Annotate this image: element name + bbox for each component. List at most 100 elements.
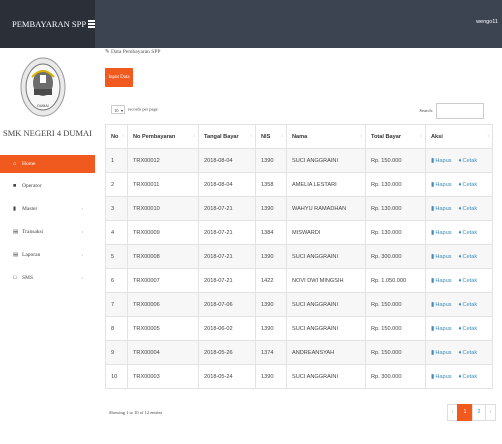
- table-body: 1 TRX00012 2018-08-04 1390 SUCI ANGGRAIN…: [105, 148, 493, 389]
- money-icon: ▤: [13, 229, 19, 235]
- cell-no-pembayaran: TRX00012: [127, 148, 199, 173]
- cell-no: 4: [105, 220, 128, 245]
- cetak-button[interactable]: ♦Cetak: [458, 374, 477, 380]
- school-name: SMK NEGERI 4 DUMAI: [2, 128, 92, 138]
- column-header-no[interactable]: No ↕: [105, 124, 128, 149]
- print-icon: ♦: [458, 350, 462, 356]
- page-title: Data Pembayaran SPP: [110, 49, 161, 55]
- cell-no-pembayaran: TRX00011: [127, 172, 199, 197]
- cell-no-pembayaran: TRX00003: [127, 364, 199, 389]
- hapus-button[interactable]: ▮Hapus: [431, 230, 451, 236]
- print-icon: ♦: [458, 206, 462, 212]
- cell-nis: 1358: [255, 172, 287, 197]
- hapus-button[interactable]: ▮Hapus: [431, 278, 451, 284]
- column-header-total-bayar[interactable]: Total Bayar ↕: [365, 124, 426, 149]
- sms-icon: □: [13, 275, 17, 281]
- main-content: ✎ Data Pembayaran SPP Input Data 10 ▾ reco…: [95, 48, 502, 444]
- cell-aksi: ▮Hapus ♦Cetak: [425, 196, 493, 221]
- pagination-page-2[interactable]: 2: [472, 404, 486, 421]
- pagination-page-1[interactable]: 1: [457, 404, 473, 421]
- cetak-button[interactable]: ♦Cetak: [458, 350, 477, 356]
- hapus-button[interactable]: ▮Hapus: [431, 206, 451, 212]
- column-header-aksi[interactable]: Aksi ↕: [425, 124, 493, 149]
- cell-aksi: ▮Hapus ♦Cetak: [425, 172, 493, 197]
- hamburger-icon[interactable]: [88, 20, 95, 29]
- cell-total: Rp. 130.000: [365, 196, 426, 221]
- hapus-button[interactable]: ▮Hapus: [431, 302, 451, 308]
- cell-total: Rp. 150.000: [365, 292, 426, 317]
- chevron-left-icon: ‹: [81, 230, 83, 235]
- app-title[interactable]: PEMBAYARAN SPP: [0, 0, 95, 48]
- cetak-button[interactable]: ♦Cetak: [458, 206, 477, 212]
- print-icon: ♦: [458, 254, 462, 260]
- cell-nama: ANDREANSYAH: [286, 340, 366, 365]
- table-header: No ↕ No Pembayaran ↕ Tangal Bayar ↕ NIS ↕ Na…: [105, 124, 493, 149]
- sidebar-item-sms[interactable]: □ SMS ‹: [0, 267, 95, 290]
- cell-tanggal: 2018-08-04: [198, 148, 256, 173]
- cell-total: Rp. 1.050.000: [365, 268, 426, 293]
- sidebar-item-label: SMS: [22, 275, 34, 281]
- cell-total: Rp. 300.000: [365, 244, 426, 269]
- chevron-left-icon: ‹: [81, 207, 83, 212]
- table-row: 2 TRX00011 2018-08-04 1358 AMELIA LESTAR…: [105, 172, 493, 197]
- search-input[interactable]: [436, 103, 484, 119]
- chevron-left-icon: ‹: [81, 253, 83, 258]
- hapus-button[interactable]: ▮Hapus: [431, 350, 451, 356]
- table-row: 8 TRX00005 2018-06-02 1390 SUCI ANGGRAIN…: [105, 316, 493, 341]
- sort-icon: ↕: [420, 133, 422, 138]
- cell-nama: MISWARDI: [286, 220, 366, 245]
- caret-down-icon: ▾: [120, 108, 123, 113]
- sidebar-item-operator[interactable]: ■ Operator: [0, 175, 95, 198]
- sidebar-item-laporan[interactable]: ▤ Laporan ‹: [0, 244, 95, 267]
- cetak-button[interactable]: ♦Cetak: [458, 302, 477, 308]
- sidebar-item-home[interactable]: ⌂ Home: [0, 155, 95, 173]
- pagination-next-button[interactable]: ›: [485, 404, 496, 421]
- sidebar-item-transaksi[interactable]: ▤ Transaksi ‹: [0, 221, 95, 244]
- cell-no: 9: [105, 340, 128, 365]
- column-header-nama[interactable]: Nama ↕: [286, 124, 366, 149]
- cetak-button[interactable]: ♦Cetak: [458, 326, 477, 332]
- sidebar-item-master[interactable]: ▮ Master ‹: [0, 198, 95, 221]
- trash-icon: ▮: [431, 278, 435, 284]
- payments-table: No ↕ No Pembayaran ↕ Tangal Bayar ↕ NIS ↕ Na…: [105, 124, 493, 389]
- cell-nama: SUCI ANGGRAINI: [286, 148, 366, 173]
- hapus-button[interactable]: ▮Hapus: [431, 254, 451, 260]
- cetak-button[interactable]: ♦Cetak: [458, 158, 477, 164]
- hapus-button[interactable]: ▮Hapus: [431, 326, 451, 332]
- cell-no: 3: [105, 196, 128, 221]
- cell-nama: NOVI DWI MINGSIH: [286, 268, 366, 293]
- column-header-nis[interactable]: NIS ↕: [255, 124, 287, 149]
- cell-no-pembayaran: TRX00007: [127, 268, 199, 293]
- cetak-button[interactable]: ♦Cetak: [458, 230, 477, 236]
- column-header-no-pembayaran[interactable]: No Pembayaran ↕: [127, 124, 199, 149]
- cell-tanggal: 2018-07-06: [198, 292, 256, 317]
- hapus-button[interactable]: ▮Hapus: [431, 182, 451, 188]
- cetak-button[interactable]: ♦Cetak: [458, 182, 477, 188]
- cell-nama: SUCI ANGGRAINI: [286, 316, 366, 341]
- sidebar-item-label: Operator: [22, 183, 42, 189]
- top-navbar: wengo11: [88, 0, 502, 48]
- sidebar: DUMAI SMK NEGERI 4 DUMAI ⌂ Home ■ Operator…: [0, 48, 96, 444]
- pagination: ‹ 1 2 ›: [447, 404, 496, 421]
- hapus-button[interactable]: ▮Hapus: [431, 374, 451, 380]
- cell-total: Rp. 130.000: [365, 172, 426, 197]
- trash-icon: ▮: [431, 158, 435, 164]
- cell-aksi: ▮Hapus ♦Cetak: [425, 316, 493, 341]
- column-header-tanggal-bayar[interactable]: Tangal Bayar ↕: [198, 124, 256, 149]
- user-menu[interactable]: wengo11: [476, 19, 498, 25]
- cetak-button[interactable]: ♦Cetak: [458, 278, 477, 284]
- cell-total: Rp. 130.000: [365, 220, 426, 245]
- cell-tanggal: 2018-07-21: [198, 244, 256, 269]
- trash-icon: ▮: [431, 230, 435, 236]
- input-data-button[interactable]: Input Data: [105, 68, 133, 87]
- sidebar-menu: ⌂ Home ■ Operator ▮ Master ‹ ▤ Transaksi ‹ ▤…: [0, 155, 95, 290]
- print-icon: ♦: [458, 326, 462, 332]
- records-per-page-select[interactable]: 10 ▾: [111, 105, 125, 114]
- table-info: Showing 1 to 10 of 12 entries: [109, 410, 163, 415]
- cell-nama: AMELIA LESTARI: [286, 172, 366, 197]
- sort-icon: ↕: [281, 133, 283, 138]
- cetak-button[interactable]: ♦Cetak: [458, 254, 477, 260]
- sidebar-item-label: Laporan: [22, 252, 41, 258]
- school-logo: DUMAI: [20, 57, 66, 117]
- hapus-button[interactable]: ▮Hapus: [431, 158, 451, 164]
